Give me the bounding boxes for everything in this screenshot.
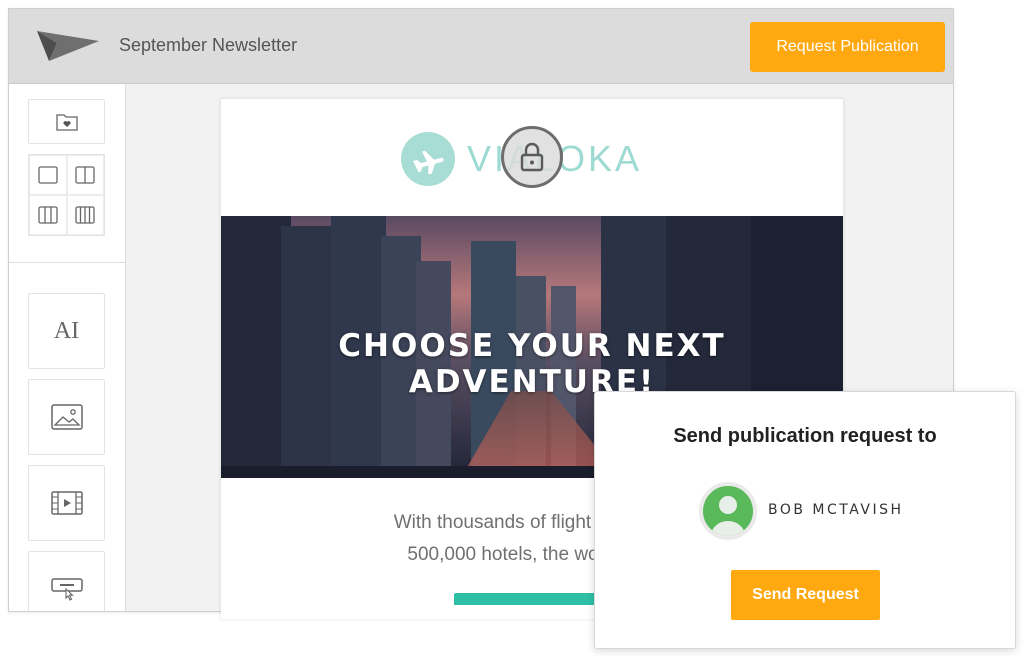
three-column-layout-button[interactable] [29,195,67,235]
one-column-layout-button[interactable] [29,155,67,195]
recipient-name: BOB MCTAVISH [768,502,904,518]
document-title: September Newsletter [119,35,298,55]
favorites-folder-icon [55,113,78,131]
two-column-layout-button[interactable] [66,155,104,195]
cta-button-partial[interactable] [454,593,614,605]
locked-block-badge[interactable] [501,126,563,188]
top-bar: September Newsletter Request Publication [9,9,953,84]
request-publication-button[interactable]: Request Publication [750,22,945,72]
one-column-layout-icon [38,166,58,184]
lock-icon [520,142,544,172]
layout-picker [28,154,105,236]
video-block-icon [50,491,83,515]
brand-header: VIALOKA [221,99,843,216]
popup-title: Send publication request to [673,425,937,447]
favorites-folder-button[interactable] [28,99,105,144]
video-block-button[interactable] [28,465,105,541]
hero-headline: CHOOSE YOUR NEXT ADVENTURE! [338,328,726,400]
image-block-button[interactable] [28,379,105,455]
user-avatar-icon [711,496,745,536]
image-block-icon [50,404,83,430]
four-column-layout-button[interactable] [66,195,104,235]
three-column-layout-icon [38,206,58,224]
four-column-layout-icon [75,206,95,224]
button-block-button[interactable] [28,551,105,611]
send-request-button[interactable]: Send Request [731,570,880,620]
avatar [699,482,757,540]
airplane-icon [413,150,444,174]
paper-plane-logo-icon [37,31,99,61]
text-block-icon: AI [53,317,80,344]
text-block-button[interactable]: AI [28,293,105,369]
button-block-icon [50,578,83,601]
tool-sidebar: AI [9,84,126,611]
sidebar-divider [9,262,125,263]
publication-request-popup: Send publication request to BOB MCTAVISH… [594,391,1016,649]
two-column-layout-icon [75,166,95,184]
brand-logo-badge [401,132,455,186]
